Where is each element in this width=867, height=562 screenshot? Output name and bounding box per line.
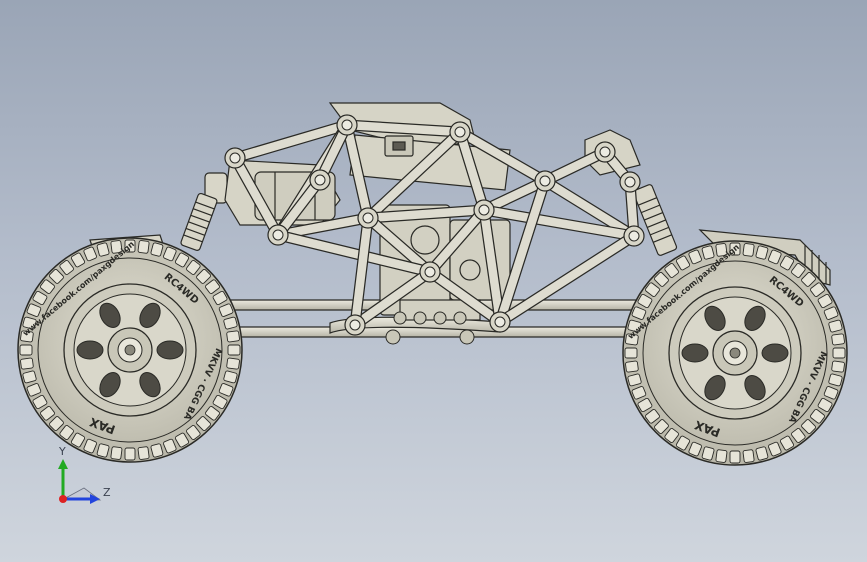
tread-lug xyxy=(19,344,33,356)
tread-lug xyxy=(742,243,755,257)
joint-bolt xyxy=(539,175,551,187)
rim-window xyxy=(681,343,709,363)
joint-bolt xyxy=(628,230,640,242)
rc-crawler-model[interactable]: RC4WDMKVV · CGG BAPAXwww.facebook.com/pa… xyxy=(0,0,867,562)
tread-lug xyxy=(137,446,150,460)
front-wheel: RC4WDMKVV · CGG BAPAXwww.facebook.com/pa… xyxy=(622,240,848,466)
rim-window xyxy=(76,340,104,360)
origin-marker xyxy=(59,495,67,503)
tread-lug xyxy=(124,447,136,461)
tread-lug xyxy=(226,330,240,343)
joint-bolt xyxy=(341,119,353,131)
coordinate-triad xyxy=(58,459,102,504)
joint-bolt xyxy=(229,152,241,164)
tread-lug xyxy=(831,360,845,373)
tread-lug xyxy=(625,360,639,373)
rim-window xyxy=(761,343,789,363)
tread-lug xyxy=(832,347,846,359)
cad-viewport[interactable]: RC4WD MKVV · CGG BA PAX www.facebook.com/pa… xyxy=(0,0,867,562)
rear-wheel: RC4WDMKVV · CGG BAPAXwww.facebook.com/pa… xyxy=(17,237,243,463)
tread-lug xyxy=(831,333,845,346)
tread-lug xyxy=(20,357,34,370)
axle-center xyxy=(124,344,136,356)
tread-lug xyxy=(110,446,123,460)
rear-shock xyxy=(180,172,228,251)
tread-lug xyxy=(715,449,728,463)
joint-bolt xyxy=(454,126,466,138)
joint-bolt xyxy=(314,174,326,186)
tread-lug xyxy=(227,344,241,356)
joint-bolt xyxy=(599,146,611,158)
triad-z-label: Z xyxy=(103,486,111,499)
tread-lug xyxy=(137,240,150,254)
tread-lug xyxy=(226,357,240,370)
joint-bolt xyxy=(424,266,436,278)
joint-bolt xyxy=(349,319,361,331)
joint-bolt xyxy=(478,204,490,216)
rim-window xyxy=(156,340,184,360)
axle-center xyxy=(729,347,741,359)
joint-bolt xyxy=(494,316,506,328)
front-shock xyxy=(632,184,678,256)
tread-lug xyxy=(624,347,638,359)
tread-lug xyxy=(729,450,741,464)
z-axis-arrowhead xyxy=(90,494,100,504)
joint-bolt xyxy=(272,229,284,241)
joint-bolt xyxy=(624,176,636,188)
triad-y-label: Y xyxy=(59,445,66,458)
y-axis-arrowhead xyxy=(58,459,68,469)
joint-bolt xyxy=(362,212,374,224)
tread-lug xyxy=(742,449,755,463)
